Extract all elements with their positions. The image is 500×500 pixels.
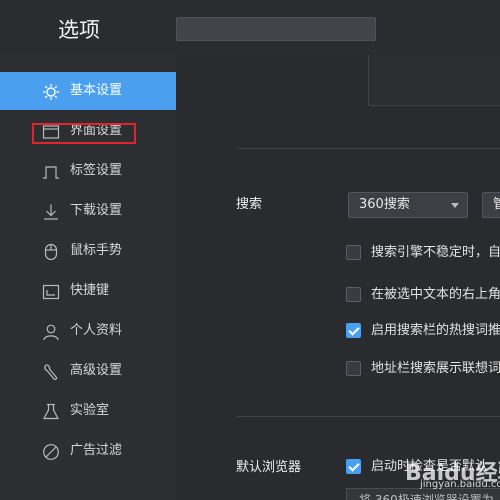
wrench-icon	[42, 363, 60, 381]
user-icon	[42, 323, 60, 341]
default-browser-label: 默认浏览器	[236, 460, 302, 475]
search-option-suggestions[interactable]: 地址栏搜索展示联想词	[346, 359, 500, 379]
settings-content	[176, 55, 500, 500]
manage-label: 管	[493, 197, 500, 212]
search-section-label: 搜索	[236, 197, 263, 212]
checkbox-checked[interactable]	[346, 459, 361, 474]
sidebar-item-basic-settings[interactable]: 基本设置	[0, 72, 176, 110]
sidebar-item-label: 基本设置	[70, 83, 123, 98]
search-option-unstable-engine[interactable]: 搜索引擎不稳定时，自	[346, 243, 500, 263]
tab-icon	[42, 163, 60, 181]
settings-search-input[interactable]	[176, 17, 376, 41]
sidebar: 基本设置 界面设置 标签设置 下载设置 鼠标手势 快捷键 个人资料 高级设置 实…	[0, 55, 176, 500]
checkbox-label: 地址栏搜索展示联想词	[371, 361, 500, 376]
sidebar-item-lab[interactable]: 实验室	[0, 392, 176, 430]
sidebar-item-label: 标签设置	[70, 163, 123, 178]
window-title: 选项	[58, 18, 100, 42]
sidebar-item-advanced-settings[interactable]: 高级设置	[0, 352, 176, 390]
block-icon	[42, 443, 60, 461]
top-panel	[368, 55, 500, 106]
baidu-watermark-url: jingyan.baidu.com	[420, 479, 500, 490]
sidebar-item-label: 鼠标手势	[70, 243, 123, 258]
checkbox-label: 在被选中文本的右上角	[371, 287, 500, 302]
checkbox[interactable]	[346, 361, 361, 376]
divider	[236, 416, 500, 417]
sidebar-item-mouse-gestures[interactable]: 鼠标手势	[0, 232, 176, 270]
sidebar-item-label: 下载设置	[70, 203, 123, 218]
divider	[236, 148, 500, 149]
flask-icon	[42, 403, 60, 421]
search-engine-value: 360搜索	[359, 197, 410, 212]
sidebar-item-label: 个人资料	[70, 323, 123, 338]
manage-search-engines-button[interactable]: 管	[482, 192, 500, 218]
mouse-icon	[42, 243, 60, 261]
sidebar-item-download-settings[interactable]: 下载设置	[0, 192, 176, 230]
sidebar-item-label: 高级设置	[70, 363, 123, 378]
checkbox[interactable]	[346, 287, 361, 302]
set-default-browser-label: 将 360极速浏览器设置为	[359, 493, 494, 500]
checkbox-label: 搜索引擎不稳定时，自	[371, 245, 500, 260]
sidebar-item-profile[interactable]: 个人资料	[0, 312, 176, 350]
keyboard-icon	[42, 283, 60, 301]
sidebar-item-label: 快捷键	[70, 283, 110, 298]
checkbox-checked[interactable]	[346, 323, 361, 338]
sidebar-item-tab-settings[interactable]: 标签设置	[0, 152, 176, 190]
search-engine-select[interactable]: 360搜索	[348, 192, 468, 218]
chevron-down-icon	[451, 203, 459, 208]
download-icon	[42, 203, 60, 221]
checkbox[interactable]	[346, 245, 361, 260]
search-option-selected-text[interactable]: 在被选中文本的右上角	[346, 285, 500, 305]
sidebar-item-shortcuts[interactable]: 快捷键	[0, 272, 176, 310]
title-bar: 选项	[0, 0, 500, 55]
checkbox-label: 启用搜索栏的热搜词推	[371, 323, 500, 338]
sidebar-item-ad-filter[interactable]: 广告过滤	[0, 432, 176, 470]
search-option-hot-words[interactable]: 启用搜索栏的热搜词推	[346, 321, 500, 341]
gear-icon	[42, 83, 60, 101]
sidebar-item-label: 实验室	[70, 403, 110, 418]
sidebar-item-label: 广告过滤	[70, 443, 123, 458]
annotation-highlight-box	[32, 123, 136, 144]
